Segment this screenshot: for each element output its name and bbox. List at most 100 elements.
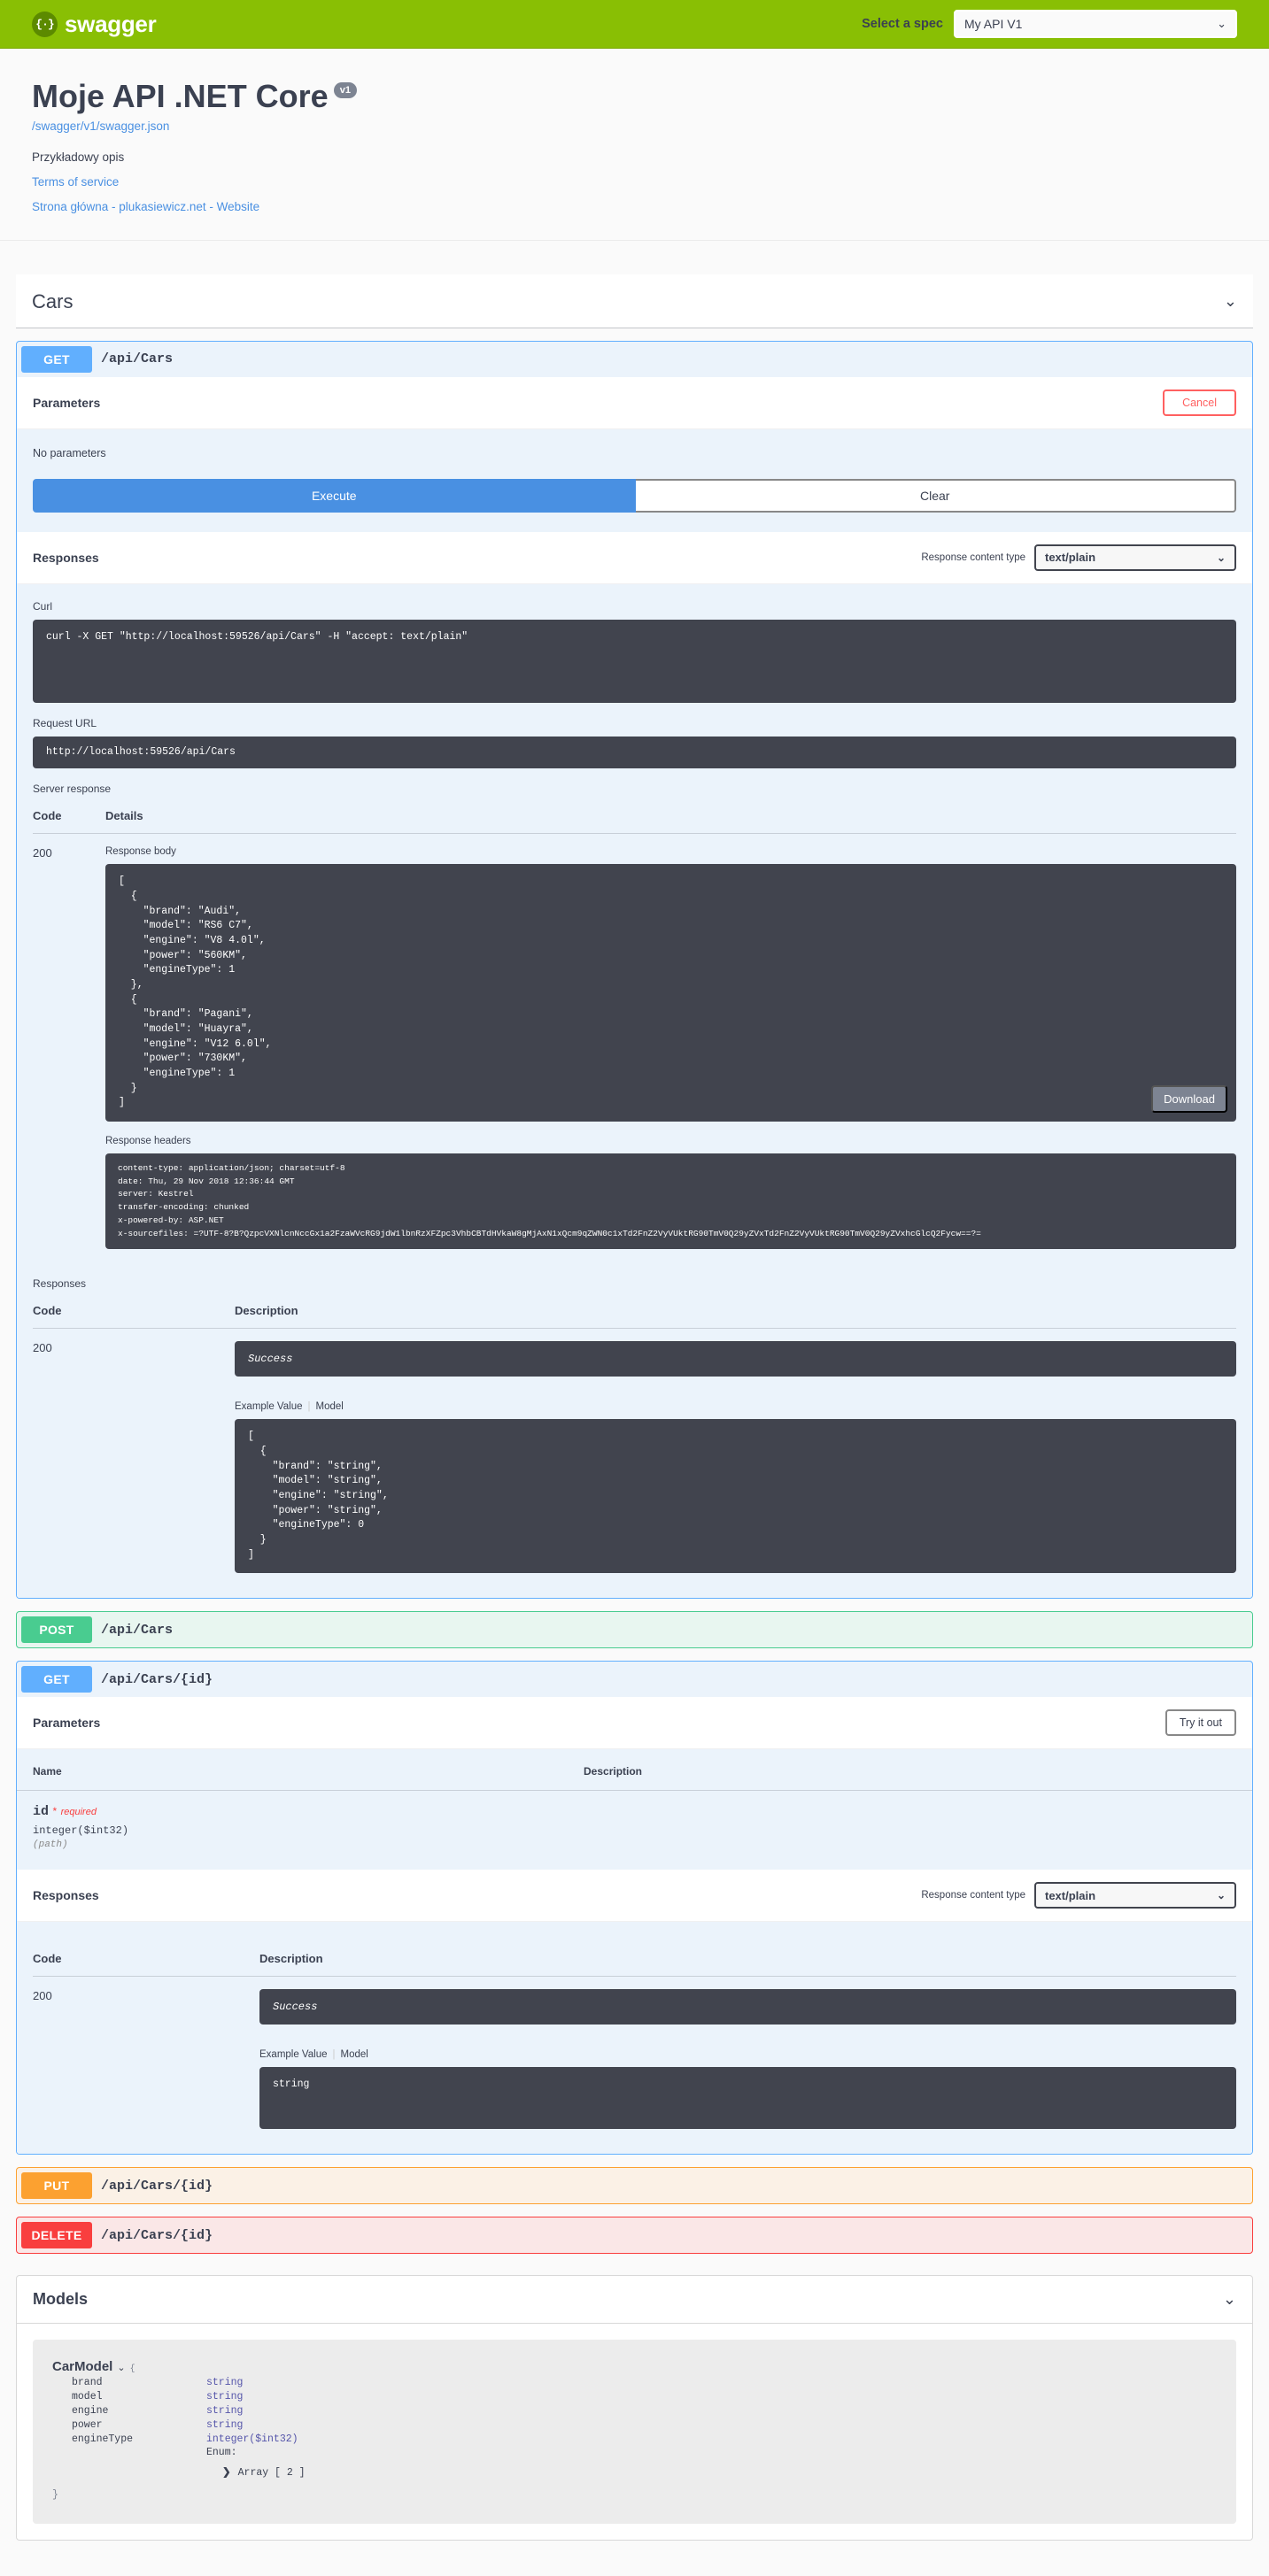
- responses-list-label: Responses: [33, 1277, 87, 1291]
- chevron-down-icon[interactable]: ⌄: [1224, 292, 1237, 311]
- property-type: integer($int32): [206, 2433, 298, 2446]
- parameter-name: id: [33, 1804, 50, 1820]
- response-headers-content: content-type: application/json; charset=…: [105, 1153, 1236, 1250]
- parameters-title: Parameters: [33, 1716, 101, 1731]
- column-header-description: Description: [584, 1749, 1252, 1792]
- operation-path: /api/Cars: [101, 1622, 174, 1638]
- responses-title: Responses: [33, 550, 99, 565]
- enum-label: Enum:: [206, 2447, 237, 2459]
- server-response-details: Response body [ { "brand": "Audi", "mode…: [105, 834, 1236, 1259]
- tab-model[interactable]: Model: [316, 1401, 344, 1412]
- tab-separator: |: [332, 2049, 336, 2061]
- operation-body: Parameters Cancel No parameters Execute …: [17, 376, 1252, 1599]
- api-version-badge: v1: [333, 82, 357, 99]
- parameters-title: Parameters: [33, 395, 101, 410]
- example-value-content: [ { "brand": "string", "model": "string"…: [235, 1419, 1236, 1574]
- property-type: string: [206, 2405, 244, 2418]
- table-header-row: Code Description: [33, 1290, 1236, 1330]
- tab-example-value[interactable]: Example Value: [259, 2049, 328, 2060]
- spec-json-link[interactable]: /swagger/v1/swagger.json: [32, 120, 169, 133]
- parameter-location: (path): [33, 1839, 68, 1851]
- parameter-cell-id: id * required integer($int32) (path): [17, 1791, 584, 1870]
- response-content-type-select[interactable]: text/plain ⌄: [1034, 544, 1236, 571]
- property-name: model: [72, 2391, 103, 2403]
- parameters-table: Name Description id * required integer($…: [17, 1749, 1252, 1870]
- cancel-button[interactable]: Cancel: [1163, 389, 1236, 416]
- parameters-area: No parameters: [17, 428, 1252, 475]
- response-body-wrapper: [ { "brand": "Audi", "model": "RS6 C7", …: [105, 864, 1236, 1122]
- server-response-table: Code Details 200 Response body [ { "bran…: [33, 795, 1236, 1258]
- response-content-type-label: Response content type: [921, 1890, 1025, 1901]
- spec-select-dropdown[interactable]: My API V1 ⌄: [954, 10, 1237, 38]
- operation-block: DELETE /api/Cars/{id}: [16, 2217, 1253, 2255]
- no-parameters-text: No parameters: [33, 446, 106, 459]
- contact-website-link[interactable]: Strona główna - plukasiewicz.net - Websi…: [32, 200, 1237, 213]
- operation-path: /api/Cars/{id}: [101, 2227, 213, 2243]
- property-name: brand: [72, 2377, 103, 2389]
- response-headers-label: Response headers: [105, 1136, 191, 1147]
- parameter-type: integer($int32): [33, 1824, 129, 1838]
- responses-header: Responses Response content type text/pla…: [17, 1870, 1252, 1923]
- execute-row: Execute Clear: [17, 474, 1252, 532]
- operation-get-api-cars-id: GET /api/Cars/{id} Parameters Try it out…: [16, 1661, 1253, 2156]
- operation-summary[interactable]: GET /api/Cars: [17, 342, 1252, 377]
- swagger-logo-icon: {·}: [32, 11, 58, 37]
- column-header-description: Description: [235, 1290, 1236, 1330]
- operation-put-api-cars-id: PUT /api/Cars/{id}: [16, 2167, 1253, 2205]
- http-method-badge: GET: [21, 345, 92, 373]
- enum-array-toggle[interactable]: ❯ Array [ 2 ]: [52, 2465, 1217, 2479]
- chevron-down-icon[interactable]: ⌄: [117, 2364, 125, 2374]
- operation-summary[interactable]: GET /api/Cars/{id}: [17, 1662, 1252, 1697]
- chevron-down-icon: ⌄: [1216, 1889, 1226, 1902]
- models-header[interactable]: Models ⌄: [16, 2275, 1253, 2325]
- response-content-type-label: Response content type: [921, 551, 1025, 563]
- api-title-text: Moje API .NET Core: [32, 78, 329, 114]
- property-type: string: [206, 2377, 244, 2389]
- response-code: 200: [33, 1341, 52, 1355]
- curl-command: curl -X GET "http://localhost:59526/api/…: [33, 619, 1236, 703]
- download-button[interactable]: Download: [1151, 1085, 1227, 1114]
- column-header-name: Name: [17, 1749, 584, 1792]
- server-response-label: Server response: [33, 783, 112, 796]
- tab-model[interactable]: Model: [341, 2049, 368, 2060]
- tag-title: Cars: [32, 289, 74, 312]
- operation-summary[interactable]: DELETE /api/Cars/{id}: [17, 2217, 1252, 2253]
- models-title: Models: [33, 2290, 89, 2309]
- required-star-icon: *: [52, 1805, 58, 1818]
- models-section: Models ⌄ CarModel ⌄ { brand string model s…: [16, 2275, 1253, 2541]
- response-body-content: [ { "brand": "Audi", "model": "RS6 C7", …: [105, 864, 1236, 1122]
- tag-header-cars[interactable]: Cars ⌄: [16, 274, 1253, 328]
- responses-table: Code Description 200 Success Example Val…: [33, 1938, 1236, 2138]
- terms-of-service-link[interactable]: Terms of service: [32, 175, 1237, 189]
- request-url-label: Request URL: [33, 716, 97, 729]
- tab-example-value[interactable]: Example Value: [235, 1401, 303, 1412]
- response-content-type-select[interactable]: text/plain ⌄: [1034, 1882, 1236, 1909]
- column-header-description: Description: [259, 1938, 1236, 1978]
- response-content-type-value: text/plain: [1045, 1888, 1096, 1902]
- api-description: Przykładowy opis: [32, 150, 125, 164]
- api-info-header: Moje API .NET Core v1 /swagger/v1/swagge…: [0, 49, 1269, 241]
- operation-summary[interactable]: PUT /api/Cars/{id}: [17, 2168, 1252, 2203]
- clear-button[interactable]: Clear: [635, 478, 1236, 513]
- section-gap: [0, 240, 1269, 274]
- tab-separator: |: [307, 1401, 311, 1413]
- topbar: {·} swagger Select a spec My API V1 ⌄: [0, 0, 1269, 49]
- model-property-row: engineType integer($int32): [52, 2433, 1217, 2445]
- try-it-out-button[interactable]: Try it out: [1165, 1709, 1236, 1737]
- response-description: Success: [259, 1989, 1236, 2025]
- example-value-content: string: [259, 2067, 1236, 2130]
- model-property-row: power string: [52, 2419, 1217, 2431]
- example-model-tabs: Example Value | Model: [259, 2049, 1236, 2060]
- operation-body: Parameters Try it out Name Description i…: [17, 1697, 1252, 2155]
- execute-button[interactable]: Execute: [33, 478, 636, 513]
- parameter-description: [584, 1791, 1252, 1870]
- close-brace: }: [52, 2489, 58, 2502]
- operation-summary[interactable]: POST /api/Cars: [17, 1612, 1252, 1647]
- chevron-down-icon[interactable]: ⌄: [1223, 2290, 1236, 2309]
- response-description: Success: [235, 1341, 1236, 1377]
- parameters-header: Parameters Cancel: [17, 376, 1252, 429]
- property-type: string: [206, 2391, 244, 2403]
- response-body-label: Response body: [105, 846, 176, 858]
- swagger-logo[interactable]: {·} swagger: [32, 11, 157, 38]
- models-body: CarModel ⌄ { brand string model string eng…: [16, 2324, 1253, 2541]
